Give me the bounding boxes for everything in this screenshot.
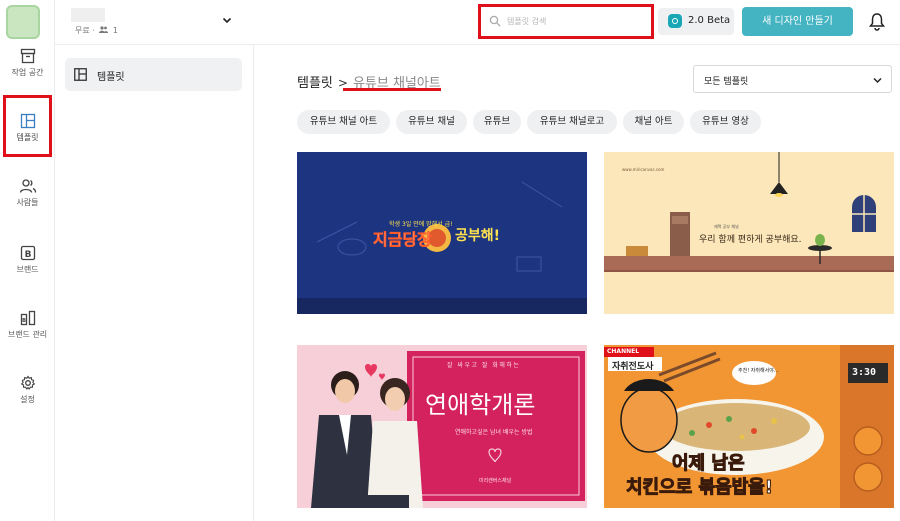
rail-label-workspace: 작업 공간 [11, 68, 44, 77]
workspace-name-placeholder [71, 8, 105, 22]
rail-label-brand: 브랜드 [16, 265, 39, 274]
card2-title: 우리 함께 편하게 공부해요. [699, 235, 802, 245]
beta-label: 2.0 Beta [688, 15, 731, 26]
breadcrumb-red-underline [343, 88, 441, 91]
breadcrumb-root[interactable]: 템플릿 [297, 76, 333, 91]
rail-item-brand-manage[interactable]: B 브랜드 관리 [0, 310, 55, 368]
rail-item-settings[interactable]: 설정 [0, 375, 55, 433]
card2-small: 재택 공부 채널 [714, 224, 739, 229]
archive-icon [20, 48, 35, 64]
chevron-down-icon [873, 77, 882, 84]
template-card-dating-101[interactable]: 잘 싸우고 잘 화해하는 연애학개론 연애하고싶은 남녀 배우는 방법 미리캔버… [297, 345, 587, 508]
card3-caption: 연애하고싶은 남녀 배우는 방법 [455, 429, 533, 436]
card1-title-a: 지금당장 [373, 230, 432, 250]
card4-line2: 치킨으로 볶음밥을! [626, 477, 774, 499]
workspace-logo[interactable] [6, 5, 40, 39]
search-input[interactable] [507, 13, 647, 29]
rail-label-settings: 설정 [20, 395, 35, 404]
brand-b-icon: B [20, 245, 35, 261]
card1-title-b: 공부해! [455, 228, 501, 244]
brand-manage-icon: B [20, 310, 35, 326]
card4-channel-name: 자취전도사 [612, 362, 654, 372]
plan-info: 무료 · 1 [75, 25, 118, 36]
subnav-item-templates[interactable]: 템플릿 [65, 58, 242, 91]
top-header: 무료 · 1 2.0 Beta 새 디자인 만들기 [55, 0, 900, 45]
chip-youtube[interactable]: 유튜브 [473, 110, 521, 134]
card4-line1: 어제 남은 [672, 453, 746, 475]
svg-text:B: B [22, 318, 26, 324]
chip-youtube-video[interactable]: 유튜브 영상 [690, 110, 761, 134]
template-filter-select[interactable]: 모든 템플릿 [693, 65, 892, 93]
card4-timer: 3:30 [852, 367, 877, 378]
secondary-sidebar: 템플릿 [55, 45, 254, 521]
filter-value: 모든 템플릿 [704, 77, 749, 87]
gear-icon [20, 375, 35, 390]
people-icon [19, 179, 36, 193]
left-icon-rail: 작업 공간 템플릿 사람들 B 브랜드 B 브랜드 관리 설정 [0, 0, 55, 521]
rail-label-brand-manage: 브랜드 관리 [7, 330, 48, 339]
template-card-study-together[interactable]: www.miricanvas.com 재택 공부 채널 우리 함께 편하게 공부… [604, 152, 894, 314]
card-illustration [297, 345, 587, 508]
template-icon [74, 68, 87, 81]
plan-label: 무료 · [75, 26, 95, 35]
beta-button[interactable]: 2.0 Beta [658, 8, 734, 35]
search-box[interactable] [478, 4, 654, 39]
chip-youtube-channel-art[interactable]: 유튜브 채널 아트 [297, 110, 390, 134]
chevron-down-icon[interactable] [221, 14, 233, 26]
card3-subtitle: 잘 싸우고 잘 화해하는 [447, 362, 521, 369]
subnav-item-label: 템플릿 [97, 72, 125, 83]
rail-label-people: 사람들 [16, 198, 39, 207]
main-content: 템플릿 > 유튜브 채널아트 모든 템플릿 유튜브 채널 아트 유튜브 채널 유튜브… [254, 45, 900, 521]
bell-icon[interactable] [868, 12, 886, 31]
card4-bubble: 추천! 자취해서야… [738, 368, 779, 374]
card3-footer: 미리캔버스채널 [479, 478, 512, 484]
search-icon [489, 15, 501, 27]
template-card-study[interactable]: 학생 3일 만에 망해서 급! 지금당장 공부해! [297, 152, 587, 314]
templates-highlight-box [3, 95, 52, 157]
rail-item-people[interactable]: 사람들 [0, 178, 55, 236]
new-design-button[interactable]: 새 디자인 만들기 [742, 7, 853, 36]
beta-app-icon [668, 14, 682, 28]
app-root: 작업 공간 템플릿 사람들 B 브랜드 B 브랜드 관리 설정 무료 · 1 템… [0, 0, 900, 521]
svg-text:B: B [24, 250, 31, 260]
chip-channel-art[interactable]: 채널 아트 [623, 110, 684, 134]
chip-youtube-channel-logo[interactable]: 유튜브 채널로고 [527, 110, 617, 134]
template-card-fried-rice[interactable]: CHANNEL 자취전도사 추천! 자취해서야… 3:30 어제 남은 치킨으로… [604, 345, 894, 508]
card2-url: www.miricanvas.com [622, 167, 665, 172]
member-icon [99, 26, 109, 33]
chip-youtube-channel[interactable]: 유튜브 채널 [396, 110, 467, 134]
card-illustration [297, 152, 587, 314]
card3-title: 연애학개론 [425, 391, 536, 419]
card4-badge: CHANNEL [607, 348, 640, 355]
rail-item-brand[interactable]: B 브랜드 [0, 245, 55, 303]
member-count: 1 [112, 26, 118, 35]
